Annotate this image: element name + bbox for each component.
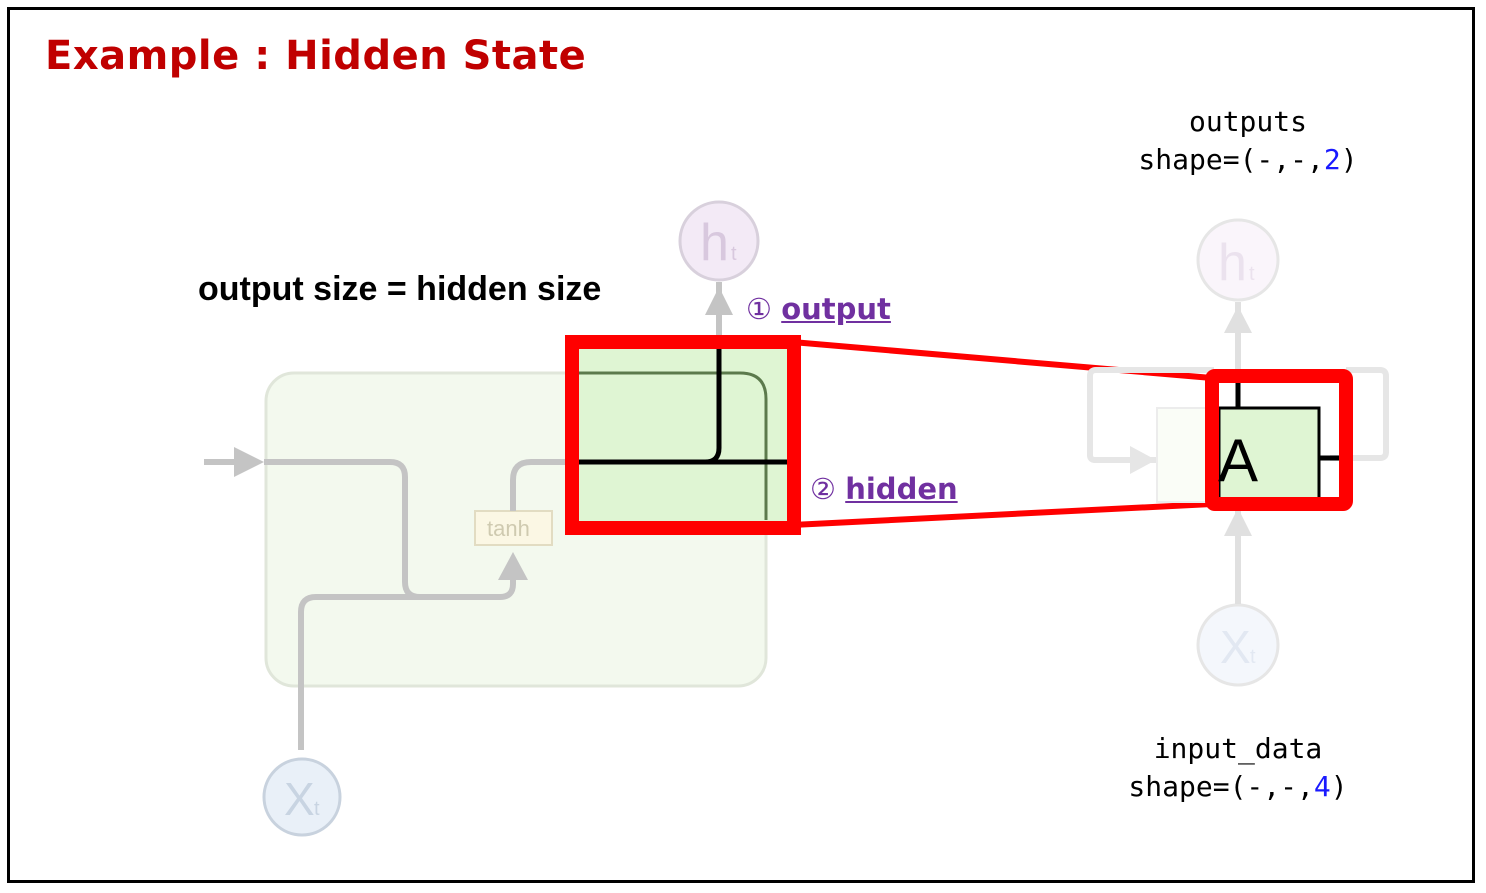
- outputs-shape-value: 2: [1323, 143, 1341, 176]
- input-shape-value: 4: [1313, 770, 1331, 803]
- outputs-shape-suffix: ): [1340, 143, 1358, 176]
- tanh-label: tanh: [487, 516, 530, 541]
- callout-hidden: ② hidden: [810, 472, 958, 506]
- x-node-letter-compact: X: [1220, 621, 1251, 673]
- x-node-letter: X: [284, 773, 315, 825]
- h-node-subscript: t: [731, 243, 737, 265]
- zoom-connector-bottom: [791, 501, 1213, 528]
- input-data-shape: shape=(-,-,4): [1108, 768, 1368, 806]
- callout-output-link[interactable]: output: [781, 292, 891, 326]
- outputs-shape: shape=(-,-,2): [1118, 141, 1378, 179]
- input-shape-suffix: ): [1330, 770, 1348, 803]
- input-shape-prefix: shape=(-,-,: [1128, 770, 1314, 803]
- outputs-shape-block: outputs shape=(-,-,2): [1118, 103, 1378, 179]
- callout-output: ① output: [746, 292, 891, 326]
- input-shape-block: input_data shape=(-,-,4): [1108, 730, 1368, 806]
- size-caption: output size = hidden size: [198, 270, 602, 308]
- h-node-subscript-compact: t: [1249, 263, 1255, 285]
- input-data-label: input_data: [1153, 732, 1323, 765]
- zoom-region: [575, 345, 792, 525]
- callout-hidden-link[interactable]: hidden: [845, 472, 957, 506]
- outputs-shape-prefix: shape=(-,-,: [1138, 143, 1324, 176]
- callout-hidden-marker: ②: [810, 472, 836, 506]
- outputs-label: outputs: [1188, 105, 1307, 138]
- callout-output-marker: ①: [746, 292, 772, 326]
- x-node-subscript: t: [314, 798, 320, 820]
- h-node-letter-compact: h: [1218, 234, 1247, 292]
- cell-label-a: A: [1218, 427, 1258, 494]
- h-node-letter: h: [700, 214, 729, 272]
- x-node-subscript-compact: t: [1250, 646, 1256, 668]
